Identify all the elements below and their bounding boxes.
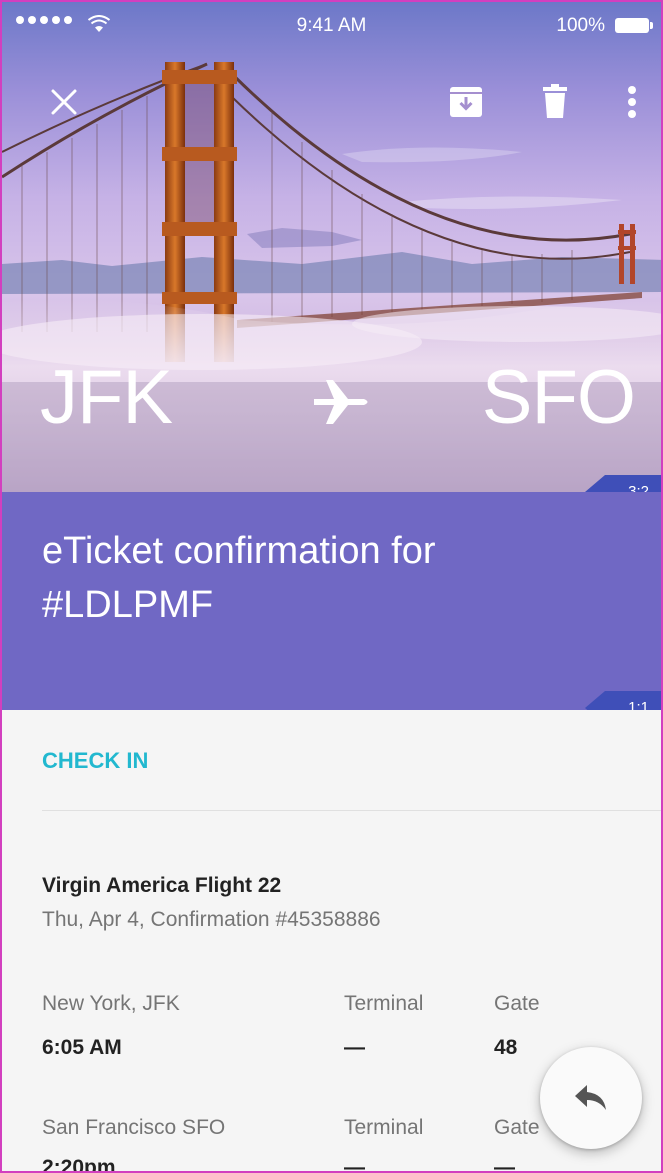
arrival-time: 2:20pm bbox=[42, 1156, 116, 1173]
archive-button[interactable] bbox=[444, 80, 488, 124]
reply-fab-button[interactable] bbox=[540, 1047, 642, 1149]
app-frame: 9:41 AM 100% JFK SFO eTicket confirmatio… bbox=[0, 0, 663, 1173]
flight-route: JFK SFO bbox=[2, 354, 661, 464]
check-in-button[interactable]: CHECK IN bbox=[42, 748, 148, 774]
destination-airport: SFO bbox=[481, 355, 636, 440]
departure-city: New York, JFK bbox=[42, 992, 180, 1015]
close-button[interactable] bbox=[42, 80, 86, 124]
flight-title: Virgin America Flight 22 bbox=[42, 874, 282, 897]
archive-icon bbox=[450, 87, 482, 117]
arrival-city: San Francisco SFO bbox=[42, 1116, 226, 1139]
arrival-terminal-value: — bbox=[344, 1156, 365, 1173]
battery-percentage: 100% bbox=[556, 15, 605, 36]
status-bar: 9:41 AM 100% bbox=[2, 2, 661, 50]
arrival-gate-value: — bbox=[494, 1156, 515, 1173]
battery-icon bbox=[615, 18, 653, 33]
origin-airport: JFK bbox=[40, 355, 173, 440]
delete-button[interactable] bbox=[533, 80, 577, 124]
hero-image: 9:41 AM 100% JFK SFO bbox=[2, 2, 661, 492]
arrival-gate-label: Gate bbox=[494, 1116, 540, 1139]
departure-gate-label: Gate bbox=[494, 992, 540, 1015]
more-vert-icon bbox=[628, 86, 636, 118]
subject-banner: eTicket confirmation for #LDLPMF bbox=[2, 492, 661, 710]
airplane-icon bbox=[314, 380, 368, 424]
delete-icon bbox=[543, 84, 567, 118]
departure-terminal-value: — bbox=[344, 1036, 365, 1059]
departure-gate-value: 48 bbox=[494, 1036, 518, 1059]
reply-icon bbox=[575, 1085, 606, 1110]
departure-time: 6:05 AM bbox=[42, 1036, 122, 1059]
email-subject: eTicket confirmation for #LDLPMF bbox=[42, 530, 436, 626]
divider bbox=[42, 810, 661, 811]
close-icon bbox=[51, 89, 77, 115]
more-options-button[interactable] bbox=[610, 80, 654, 124]
flight-subtitle: Thu, Apr 4, Confirmation #45358886 bbox=[42, 908, 381, 931]
arrival-terminal-label: Terminal bbox=[344, 1116, 424, 1139]
departure-terminal-label: Terminal bbox=[344, 992, 424, 1015]
